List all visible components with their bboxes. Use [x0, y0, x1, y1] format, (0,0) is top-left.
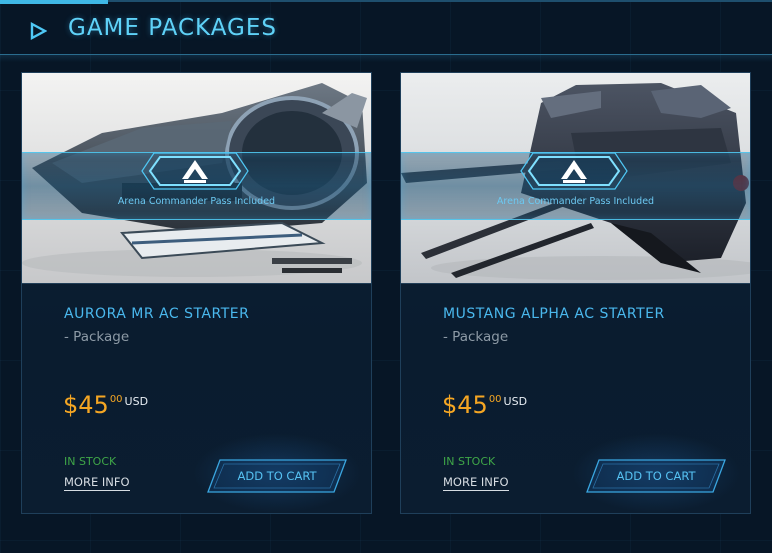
arena-commander-badge-icon: [140, 151, 250, 191]
product-card: Arena Commander Pass Included AURORA MR …: [21, 72, 372, 514]
product-name[interactable]: AURORA MR AC STARTER: [64, 306, 249, 322]
add-to-cart-label: ADD TO CART: [616, 469, 696, 483]
section-header: GAME PACKAGES: [0, 4, 772, 55]
play-icon: [29, 21, 48, 41]
stock-status: IN STOCK: [64, 455, 117, 468]
product-type: - Package: [64, 329, 130, 345]
price-main: $45: [63, 391, 109, 419]
promo-banner-text: Arena Commander Pass Included: [117, 196, 276, 207]
header-glow: [0, 54, 772, 62]
price-cents: 00: [109, 394, 123, 405]
price: $4500 USD: [442, 391, 527, 419]
promo-banner-text: Arena Commander Pass Included: [496, 196, 655, 207]
arena-commander-badge-icon: [519, 151, 629, 191]
price-currency: USD: [124, 395, 149, 408]
price-currency: USD: [503, 395, 528, 408]
add-to-cart-button[interactable]: ADD TO CART: [206, 457, 348, 495]
page-title: GAME PACKAGES: [68, 15, 277, 41]
product-name[interactable]: MUSTANG ALPHA AC STARTER: [443, 306, 665, 322]
more-info-link[interactable]: MORE INFO: [443, 475, 509, 491]
top-divider: [0, 0, 772, 2]
add-to-cart-button[interactable]: ADD TO CART: [585, 457, 727, 495]
stock-status: IN STOCK: [443, 455, 496, 468]
price-cents: 00: [488, 394, 502, 405]
price-main: $45: [442, 391, 488, 419]
price: $4500 USD: [63, 391, 148, 419]
product-type: - Package: [443, 329, 509, 345]
add-to-cart-label: ADD TO CART: [237, 469, 317, 483]
product-card: Arena Commander Pass Included MUSTANG AL…: [400, 72, 751, 514]
more-info-link[interactable]: MORE INFO: [64, 475, 130, 491]
